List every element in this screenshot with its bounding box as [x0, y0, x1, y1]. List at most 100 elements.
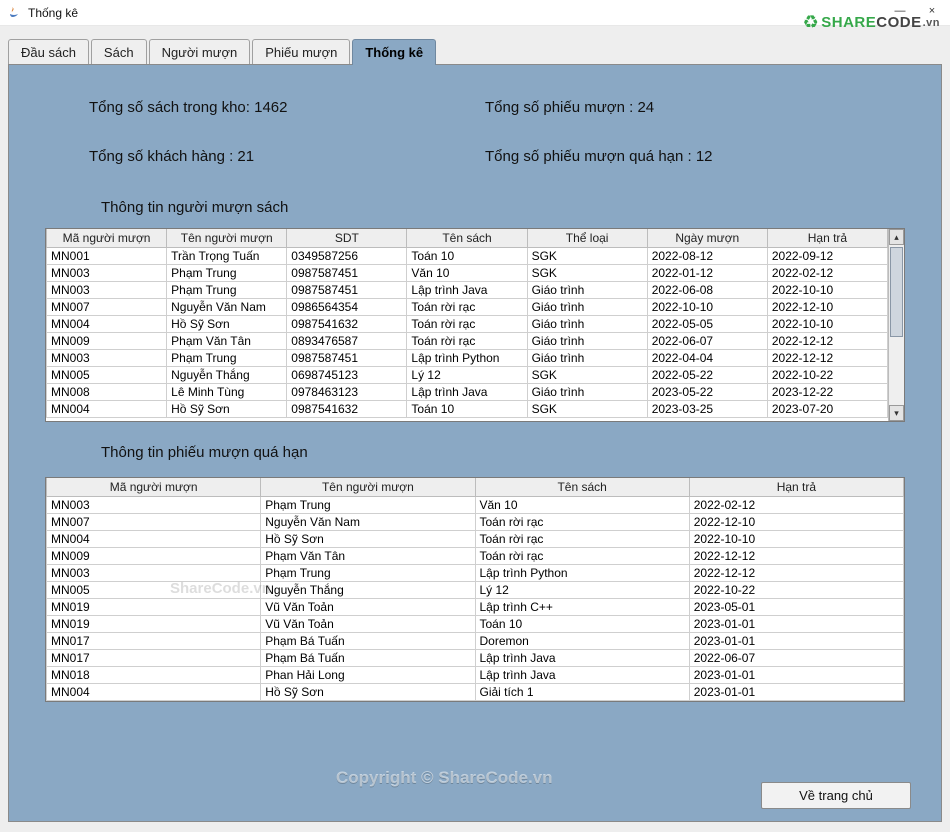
table-cell: MN019: [47, 599, 261, 616]
table-cell: Phạm Trung: [167, 282, 287, 299]
table-cell: 2023-01-01: [689, 616, 903, 633]
stat-total-books: Tổng số sách trong kho: 1462: [89, 99, 485, 116]
table-cell: Toán rời rạc: [475, 531, 689, 548]
table-cell: MN001: [47, 248, 167, 265]
column-header[interactable]: SDT: [287, 229, 407, 248]
table-row[interactable]: MN008Lê Minh Tùng0978463123Lập trình Jav…: [47, 384, 888, 401]
table-cell: Vũ Văn Toản: [261, 599, 475, 616]
watermark-logo: ♻ SHARECODE.vn: [803, 12, 940, 33]
table-cell: 0987541632: [287, 316, 407, 333]
table-cell: 2022-04-04: [647, 350, 767, 367]
table-cell: Doremon: [475, 633, 689, 650]
table-cell: MN003: [47, 565, 261, 582]
table-cell: 2023-01-01: [689, 633, 903, 650]
table-row[interactable]: MN009Phạm Văn Tân0893476587Toán rời rạcG…: [47, 333, 888, 350]
table-row[interactable]: MN001Trần Trọng Tuấn0349587256Toán 10SGK…: [47, 248, 888, 265]
table-cell: 2022-10-10: [647, 299, 767, 316]
table-row[interactable]: MN003Phạm TrungLập trình Python2022-12-1…: [47, 565, 904, 582]
table2-body[interactable]: Mã người mượnTên người mượnTên sáchHạn t…: [46, 478, 904, 701]
tab-4[interactable]: Thống kê: [352, 39, 436, 65]
java-icon: [6, 5, 22, 21]
column-header[interactable]: Tên người mượn: [261, 478, 475, 497]
table-row[interactable]: MN007Nguyễn Văn Nam0986564354Toán rời rạ…: [47, 299, 888, 316]
table-cell: Phạm Văn Tân: [261, 548, 475, 565]
table-row[interactable]: MN004Hồ Sỹ SơnGiải tích 12023-01-01: [47, 684, 904, 701]
table-row[interactable]: MN007Nguyễn Văn NamToán rời rạc2022-12-1…: [47, 514, 904, 531]
table-cell: 0987587451: [287, 282, 407, 299]
table-cell: MN003: [47, 282, 167, 299]
table-cell: 2022-06-08: [647, 282, 767, 299]
table-cell: Hồ Sỹ Sơn: [167, 316, 287, 333]
table-cell: MN004: [47, 401, 167, 418]
table-cell: 2023-07-20: [767, 401, 887, 418]
table-cell: Toán rời rạc: [407, 316, 527, 333]
table-cell: 0349587256: [287, 248, 407, 265]
table-row[interactable]: MN003Phạm TrungVăn 102022-02-12: [47, 497, 904, 514]
scroll-thumb[interactable]: [890, 247, 903, 337]
table-row[interactable]: MN004Hồ Sỹ Sơn0987541632Toán 10SGK2023-0…: [47, 401, 888, 418]
table-row[interactable]: MN019Vũ Văn ToảnToán 102023-01-01: [47, 616, 904, 633]
table-row[interactable]: MN005Nguyễn Thắng0698745123Lý 12SGK2022-…: [47, 367, 888, 384]
table-row[interactable]: MN017Phạm Bá TuấnDoremon2023-01-01: [47, 633, 904, 650]
table-cell: 2022-12-10: [689, 514, 903, 531]
tab-1[interactable]: Sách: [91, 39, 147, 65]
table-cell: Toán rời rạc: [407, 333, 527, 350]
table1-body[interactable]: Mã người mượnTên người mượnSDTTên sáchTh…: [46, 229, 888, 421]
tab-0[interactable]: Đầu sách: [8, 39, 89, 65]
table-cell: 2023-01-01: [689, 667, 903, 684]
table-cell: Vũ Văn Toản: [261, 616, 475, 633]
scroll-down-icon[interactable]: ▾: [889, 405, 904, 421]
table-cell: 2022-12-12: [767, 333, 887, 350]
column-header[interactable]: Tên sách: [475, 478, 689, 497]
table1-scrollbar[interactable]: ▴ ▾: [888, 229, 904, 421]
table-cell: 0987541632: [287, 401, 407, 418]
stats-row-2: Tổng số khách hàng : 21 Tổng số phiếu mư…: [9, 116, 941, 165]
table-cell: Phan Hải Long: [261, 667, 475, 684]
table-cell: Trần Trọng Tuấn: [167, 248, 287, 265]
table-cell: MN003: [47, 350, 167, 367]
table-row[interactable]: MN018Phan Hải LongLập trình Java2023-01-…: [47, 667, 904, 684]
table-cell: 2022-10-10: [767, 316, 887, 333]
column-header[interactable]: Tên người mượn: [167, 229, 287, 248]
table-cell: Lập trình Java: [475, 667, 689, 684]
column-header[interactable]: Ngày mượn: [647, 229, 767, 248]
home-button[interactable]: Về trang chủ: [761, 782, 911, 809]
column-header[interactable]: Thể loại: [527, 229, 647, 248]
table-cell: MN003: [47, 265, 167, 282]
table-cell: SGK: [527, 367, 647, 384]
table-cell: 0893476587: [287, 333, 407, 350]
tab-3[interactable]: Phiếu mượn: [252, 39, 350, 65]
table-cell: 2022-06-07: [689, 650, 903, 667]
table-cell: Hồ Sỹ Sơn: [261, 531, 475, 548]
table-cell: 2022-10-22: [767, 367, 887, 384]
column-header[interactable]: Mã người mượn: [47, 229, 167, 248]
table-cell: 2023-12-22: [767, 384, 887, 401]
table-cell: Lập trình Python: [407, 350, 527, 367]
table-row[interactable]: MN004Hồ Sỹ Sơn0987541632Toán rời rạcGiáo…: [47, 316, 888, 333]
tab-2[interactable]: Người mượn: [149, 39, 251, 65]
table-row[interactable]: MN004Hồ Sỹ SơnToán rời rạc2022-10-10: [47, 531, 904, 548]
table-row[interactable]: MN019Vũ Văn ToảnLập trình C++2023-05-01: [47, 599, 904, 616]
column-header[interactable]: Mã người mượn: [47, 478, 261, 497]
scroll-up-icon[interactable]: ▴: [889, 229, 904, 245]
table-cell: 2022-12-10: [767, 299, 887, 316]
table-row[interactable]: MN003Phạm Trung0987587451Văn 10SGK2022-0…: [47, 265, 888, 282]
table-row[interactable]: MN003Phạm Trung0987587451Lập trình JavaG…: [47, 282, 888, 299]
table-cell: MN004: [47, 531, 261, 548]
table-row[interactable]: MN009Phạm Văn TânToán rời rạc2022-12-12: [47, 548, 904, 565]
table-row[interactable]: MN005Nguyễn ThắngLý 122022-10-22: [47, 582, 904, 599]
table-cell: MN004: [47, 684, 261, 701]
column-header[interactable]: Hạn trả: [689, 478, 903, 497]
table-cell: 0978463123: [287, 384, 407, 401]
table-cell: 2022-12-12: [767, 350, 887, 367]
app-body: Đầu sáchSáchNgười mượnPhiếu mượnThống kê…: [0, 26, 950, 832]
column-header[interactable]: Hạn trả: [767, 229, 887, 248]
table-row[interactable]: MN003Phạm Trung0987587451Lập trình Pytho…: [47, 350, 888, 367]
table-cell: 2022-05-05: [647, 316, 767, 333]
table-cell: Lê Minh Tùng: [167, 384, 287, 401]
column-header[interactable]: Tên sách: [407, 229, 527, 248]
table-row[interactable]: MN017Phạm Bá TuấnLập trình Java2022-06-0…: [47, 650, 904, 667]
table-cell: 2022-10-10: [767, 282, 887, 299]
stat-total-customers: Tổng số khách hàng : 21: [89, 148, 485, 165]
table-cell: MN017: [47, 633, 261, 650]
